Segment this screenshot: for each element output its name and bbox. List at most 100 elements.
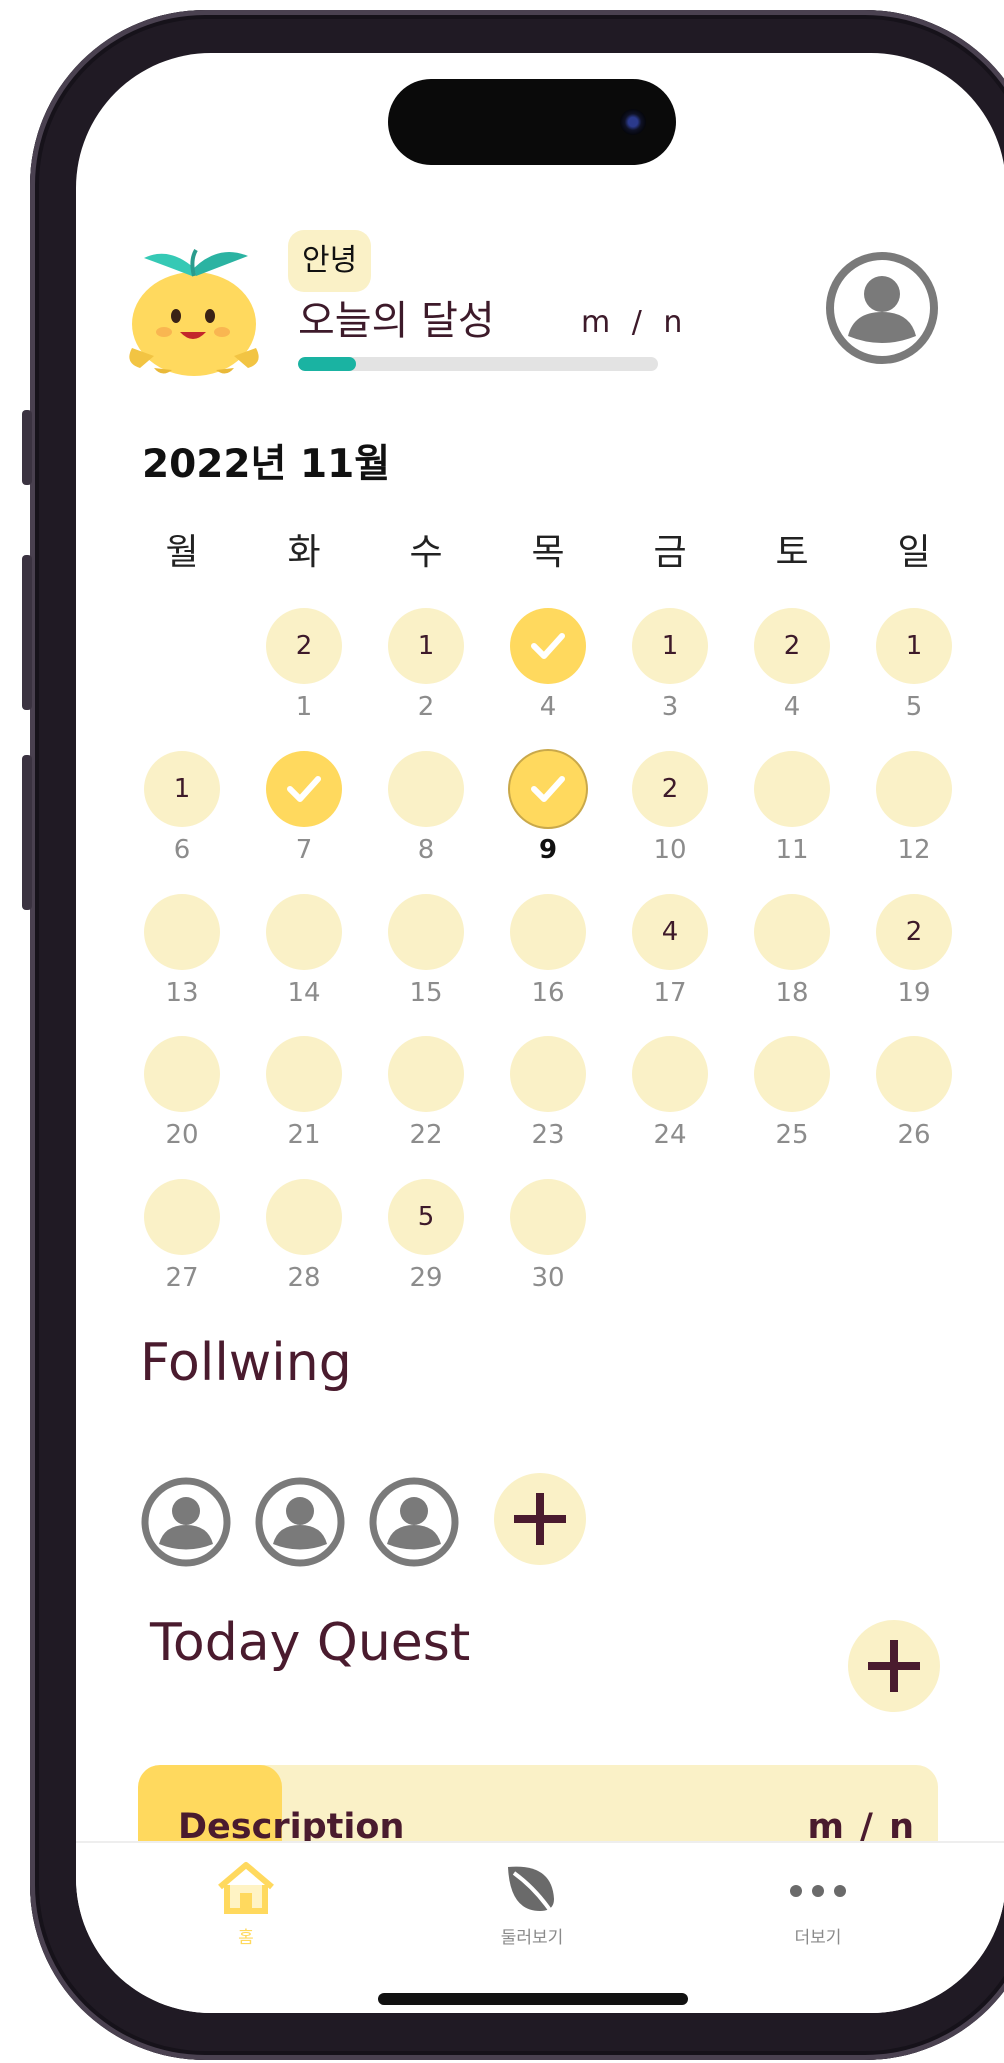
day-quest-badge: 2 [876,894,952,970]
calendar-day[interactable]: 5 29 [381,1179,471,1309]
day-number: 12 [897,835,931,865]
day-quest-badge [754,751,830,827]
day-number: 23 [531,1120,565,1150]
calendar-day[interactable]: 21 [259,608,349,738]
more-icon [790,1885,846,1897]
mascot-character-icon [129,248,259,376]
mute-switch [22,410,32,485]
day-number: 3 [661,692,679,722]
day-quest-count: 1 [661,631,679,661]
day-number: 9 [538,835,558,865]
calendar-day[interactable]: 2 19 [869,894,959,1024]
weekday-label: 금 [653,532,687,573]
calendar-day[interactable]: 11 [747,751,837,881]
calendar-day[interactable]: 12 [869,751,959,881]
day-number: 26 [897,1120,931,1150]
following-avatar-icon[interactable] [140,1476,232,1568]
day-number: 18 [775,978,809,1008]
calendar-day[interactable]: 7 [259,751,349,881]
day-number: 11 [775,835,809,865]
day-quest-badge: 2 [754,608,830,684]
calendar-day[interactable]: 18 [747,894,837,1024]
day-quest-badge [754,1036,830,1112]
profile-avatar-icon[interactable] [824,250,940,366]
day-quest-badge: 4 [632,894,708,970]
day-number: 27 [165,1263,199,1293]
home-indicator [378,1993,688,2005]
volume-down-button [22,755,32,910]
day-quest-badge [266,894,342,970]
day-number: 10 [653,835,687,865]
calendar-day[interactable]: 27 [137,1179,227,1309]
calendar-day[interactable]: 21 [259,1036,349,1166]
day-number: 20 [165,1120,199,1150]
day-quest-count: 2 [661,774,679,804]
calendar-day[interactable]: 14 [259,894,349,1024]
day-number: 4 [783,692,801,722]
day-quest-badge [876,751,952,827]
volume-up-button [22,555,32,710]
calendar-day[interactable]: 22 [381,1036,471,1166]
calendar-day[interactable]: 13 [625,608,715,738]
day-number: 2 [417,692,435,722]
daily-achievement-ratio: m / n [581,305,689,340]
calendar-day[interactable]: 15 [381,894,471,1024]
plus-icon [868,1640,920,1692]
calendar-day[interactable]: 2 10 [625,751,715,881]
following-avatar-icon[interactable] [368,1476,460,1568]
day-quest-badge: 1 [388,608,464,684]
calendar-month-title: 2022년 11월 [142,442,391,487]
tab-home-label: 홈 [238,1928,254,1948]
calendar-day[interactable]: 12 [381,608,471,738]
calendar-day[interactable]: 28 [259,1179,349,1309]
tab-more[interactable]: 더보기 [748,1859,888,1969]
tab-home[interactable]: 홈 [176,1859,316,1969]
dynamic-island [388,79,676,165]
check-icon [531,633,565,659]
add-following-button[interactable] [494,1473,586,1565]
day-quest-badge: 1 [876,608,952,684]
day-quest-badge: 5 [388,1179,464,1255]
day-quest-badge [632,1036,708,1112]
day-number: 6 [173,835,191,865]
day-quest-badge [266,1036,342,1112]
following-title: Follwing [140,1333,352,1393]
day-quest-badge [144,1179,220,1255]
day-number: 5 [905,692,923,722]
calendar-day[interactable]: 24 [747,608,837,738]
today-quest-title: Today Quest [150,1613,471,1673]
calendar-day[interactable]: 25 [747,1036,837,1166]
day-number: 25 [775,1120,809,1150]
calendar-day[interactable]: 24 [625,1036,715,1166]
following-avatar-icon[interactable] [254,1476,346,1568]
calendar-day[interactable]: 30 [503,1179,593,1309]
calendar-day[interactable]: 16 [503,894,593,1024]
calendar-day[interactable]: 15 [869,608,959,738]
day-number: 21 [287,1120,321,1150]
app-screen: 안녕 오늘의 달성 m / n 2022년 11월 월화수목금토일 211241… [76,53,1004,2013]
tab-explore[interactable]: 둘러보기 [462,1859,602,1969]
calendar-day[interactable]: 13 [137,894,227,1024]
calendar-day[interactable]: 4 17 [625,894,715,1024]
calendar-day[interactable]: 26 [869,1036,959,1166]
calendar-day[interactable]: 16 [137,751,227,881]
day-quest-count: 1 [905,631,923,661]
day-quest-badge: 2 [266,608,342,684]
calendar-day[interactable]: 23 [503,1036,593,1166]
calendar-day[interactable]: 4 [503,608,593,738]
weekday-label: 토 [775,532,809,573]
weekday-label: 수 [409,532,443,573]
day-quest-badge [388,1036,464,1112]
day-quest-badge [266,1179,342,1255]
check-icon [531,776,565,802]
add-quest-button[interactable] [848,1620,940,1712]
tab-more-label: 더보기 [794,1928,842,1948]
daily-achievement-progress-fill [298,357,356,371]
calendar-day[interactable]: 9 [503,751,593,881]
day-quest-badge [388,894,464,970]
calendar-day[interactable]: 20 [137,1036,227,1166]
day-number: 28 [287,1263,321,1293]
day-quest-badge [510,1179,586,1255]
weekday-label: 화 [287,532,321,573]
calendar-day[interactable]: 8 [381,751,471,881]
